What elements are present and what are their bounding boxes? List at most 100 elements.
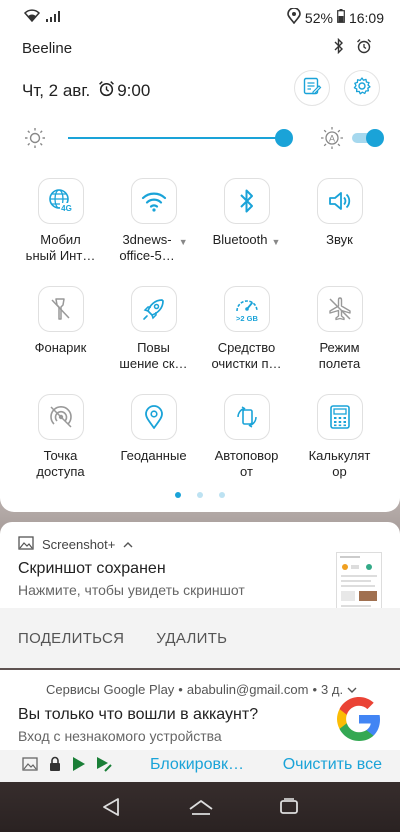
share-button[interactable]: ПОДЕЛИТЬСЯ [18, 630, 124, 647]
tile-label: Bluetooth [212, 232, 268, 247]
notification-app-name: Сервисы Google Play [46, 682, 175, 697]
tile-wifi[interactable]: 3dnews- office-5… ▼ [107, 178, 200, 286]
tile-label: Средство очистки п… [211, 340, 282, 371]
speaker-icon [316, 178, 363, 224]
image-icon [18, 536, 34, 553]
battery-percent: 52% [304, 9, 333, 26]
delete-button[interactable]: УДАЛИТЬ [156, 630, 227, 647]
svg-text:A: A [329, 134, 335, 144]
tile-airplane[interactable]: Режим полета [293, 286, 386, 394]
tile-mobile-internet[interactable]: 4G Мобил ьный Инт… [14, 178, 107, 286]
auto-brightness-toggle[interactable] [352, 129, 384, 147]
bluetooth-status-icon [334, 37, 344, 59]
lock-icon [48, 756, 62, 777]
page-dot-2[interactable] [197, 492, 203, 498]
notification-title: Скриншот сохранен [18, 560, 166, 577]
alarm-time: 9:00 [117, 81, 151, 100]
brightness-control: A [22, 126, 386, 150]
date-row[interactable]: Чт, 2 авг. 9:00 [22, 80, 150, 102]
tile-label: Мобил ьный Инт… [25, 232, 96, 263]
notification-actions: Блокировк… Очистить все [0, 750, 400, 782]
tile-label: Точка доступа [36, 448, 85, 479]
calculator-icon [316, 394, 363, 440]
home-icon[interactable] [188, 796, 214, 823]
notification-subtitle: Вход с незнакомого устройства [18, 728, 222, 744]
alarm-status-icon [356, 38, 372, 59]
notification-time: 3 д. [321, 682, 344, 697]
tile-bluetooth[interactable]: Bluetooth ▼ [200, 178, 293, 286]
rotate-icon [223, 394, 270, 440]
status-bar: 52% 16:09 [0, 0, 400, 34]
page-indicator [0, 492, 400, 498]
tile-sound[interactable]: Звук [293, 178, 386, 286]
tile-label: Режим полета [318, 340, 361, 371]
play-store-download-icon [96, 756, 112, 777]
image-icon [22, 757, 38, 776]
auto-brightness-icon: A [320, 126, 344, 155]
dropdown-arrow-icon[interactable]: ▼ [179, 234, 188, 250]
chevron-up-icon[interactable] [123, 537, 133, 552]
notification-subtitle: Нажмите, чтобы увидеть скриншот [18, 582, 245, 598]
dropdown-arrow-icon[interactable]: ▼ [272, 234, 281, 250]
location-icon [130, 394, 177, 440]
date-text[interactable]: Чт, 2 авг. [22, 81, 90, 101]
tile-label: Повы шение ск… [119, 340, 188, 371]
gauge-icon: >2 GB [223, 286, 270, 332]
bluetooth-icon [223, 178, 270, 224]
tile-label: Автоповор от [214, 448, 279, 479]
quick-tiles-grid: 4G Мобил ьный Инт… 3dnews- office-5… ▼ Bl… [14, 178, 386, 502]
settings-button[interactable] [344, 70, 380, 106]
tile-hotspot[interactable]: Точка доступа [14, 394, 107, 502]
notification-account: ababulin@gmail.com [186, 682, 309, 697]
alarm-clock-icon [98, 80, 115, 102]
wifi-icon [130, 178, 177, 224]
notification-title: Вы только что вошли в аккаунт? [18, 706, 259, 723]
page-dot-3[interactable] [219, 492, 225, 498]
notification-google-signin[interactable]: Сервисы Google Play • ababulin@gmail.com… [0, 670, 400, 782]
battery-icon [337, 9, 345, 26]
signal-icon [46, 9, 64, 25]
tile-label: 3dnews- office-5… [119, 232, 175, 263]
play-store-icon [72, 756, 86, 777]
tile-cleaner[interactable]: >2 GB Средство очистки п… [200, 286, 293, 394]
screenshot-thumbnail[interactable] [336, 552, 382, 614]
recent-apps-icon[interactable] [278, 796, 300, 823]
notification-app-name: Screenshot+ [42, 537, 116, 552]
tile-label: Звук [326, 232, 353, 247]
chevron-down-icon[interactable] [347, 682, 357, 697]
notification-actions: ПОДЕЛИТЬСЯ УДАЛИТЬ [0, 608, 400, 668]
brightness-slider-track[interactable] [68, 137, 284, 139]
navigation-bar [0, 782, 400, 832]
tile-label: Калькулят ор [308, 448, 371, 479]
brightness-sun-icon [24, 127, 46, 154]
back-icon[interactable] [100, 796, 122, 823]
carrier-name: Beeline [22, 40, 73, 57]
quick-settings-panel: 52% 16:09 Beeline Чт, 2 авг. 9:00 A 4G М… [0, 0, 400, 512]
cleaner-badge: >2 GB [236, 314, 258, 323]
svg-text:4G: 4G [61, 204, 72, 213]
status-time: 16:09 [348, 9, 384, 26]
block-button[interactable]: Блокировк… [150, 756, 244, 774]
hotspot-icon [37, 394, 84, 440]
gear-icon [352, 76, 372, 101]
brightness-slider-thumb[interactable] [275, 129, 293, 147]
tile-boost[interactable]: Повы шение ск… [107, 286, 200, 394]
tile-calculator[interactable]: Калькулят ор [293, 394, 386, 502]
page-dot-1[interactable] [175, 492, 181, 498]
location-status-icon [287, 7, 301, 27]
tile-label: Геоданные [120, 448, 187, 463]
tile-location[interactable]: Геоданные [107, 394, 200, 502]
next-alarm[interactable]: 9:00 [98, 80, 150, 102]
rocket-icon [130, 286, 177, 332]
edit-list-icon [302, 76, 322, 101]
globe-4g-icon: 4G [37, 178, 84, 224]
airplane-icon [316, 286, 363, 332]
edit-tiles-button[interactable] [294, 70, 330, 106]
notification-screenshot[interactable]: Screenshot+ Скриншот сохранен Нажмите, ч… [0, 522, 400, 668]
wifi-icon [23, 8, 41, 25]
flashlight-icon [37, 286, 84, 332]
tile-flashlight[interactable]: Фонарик [14, 286, 107, 394]
clear-all-button[interactable]: Очистить все [283, 756, 382, 774]
tile-label: Фонарик [34, 340, 87, 355]
tile-autorotate[interactable]: Автоповор от [200, 394, 293, 502]
